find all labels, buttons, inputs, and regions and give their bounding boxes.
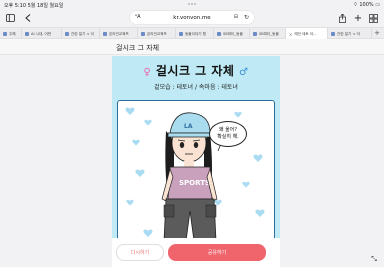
status-battery: ⌔ 100% ▭ [353,2,380,8]
back-icon[interactable] [22,12,34,24]
speech-bubble: 왜 울어? 확실히 해. [209,121,247,147]
share-button[interactable]: 공유하기 [168,244,266,261]
resize-icon[interactable]: ⤡ [369,254,379,264]
url-text: kr.vonvon.me [173,14,211,21]
share-icon[interactable] [336,12,348,24]
action-bar: 다시하기 공유하기 [112,238,280,267]
address-bar[interactable]: ᴬA kr.vonvon.me ⊟ ↻ [130,11,254,24]
female-symbol-icon: ♀ [143,67,152,78]
result-card: ♀ 걸시크 그 자체 ♂ 겉모습 : 테토녀 / 속마음 : 테토녀 LA SP… [112,56,280,267]
favicon-icon [103,32,107,36]
favicon-icon [65,32,69,36]
status-time: 오후 5:10 5월 18일 월요일 [4,3,64,9]
favicon-icon [179,32,183,36]
male-symbol-icon: ♂ [239,67,249,78]
sidebar-icon[interactable] [4,12,16,24]
shirt-text: SPORTS [179,179,210,187]
result-title: ♀ 걸시크 그 자체 ♂ [143,64,249,78]
favicon-icon [141,32,145,36]
tab-overview-icon[interactable] [367,12,379,24]
favicon-icon [253,32,257,36]
result-subtitle: 겉모습 : 테토녀 / 속마음 : 테토녀 [154,84,238,91]
page-header: 걸시크 그 자체 [0,39,384,55]
page-settings-icon[interactable]: ᴬA [135,14,141,20]
reader-icon[interactable]: ⊟ [234,14,238,20]
reload-icon[interactable]: ↻ [244,14,249,21]
favicon-icon [25,32,29,36]
multitask-dots[interactable] [188,3,196,5]
tab-strip: 주해 AI 시대, 어떤 관련 일기 < 이 온라인교육프 온라인교육프 동물이… [0,27,384,40]
cap-logo: LA [184,123,193,130]
favicon-icon [331,32,335,36]
favicon-icon [217,32,221,36]
result-illustration: LA SPORTS 왜 울어? 확실히 해. [117,100,275,260]
new-tab-icon[interactable]: + [352,12,364,24]
favicon-icon [3,32,7,36]
character-drawing: LA SPORTS [125,107,265,256]
status-bar: 오후 5:10 5월 18일 월요일 ⌔ 100% ▭ [0,0,384,9]
close-tab-icon[interactable]: ✕ [289,32,292,37]
browser-toolbar: ᴬA kr.vonvon.me ⊟ ↻ + [0,9,384,27]
page-title: 걸시크 그 자체 [116,44,160,52]
add-tab-icon[interactable]: + [372,28,382,38]
retry-button[interactable]: 다시하기 [116,244,164,261]
